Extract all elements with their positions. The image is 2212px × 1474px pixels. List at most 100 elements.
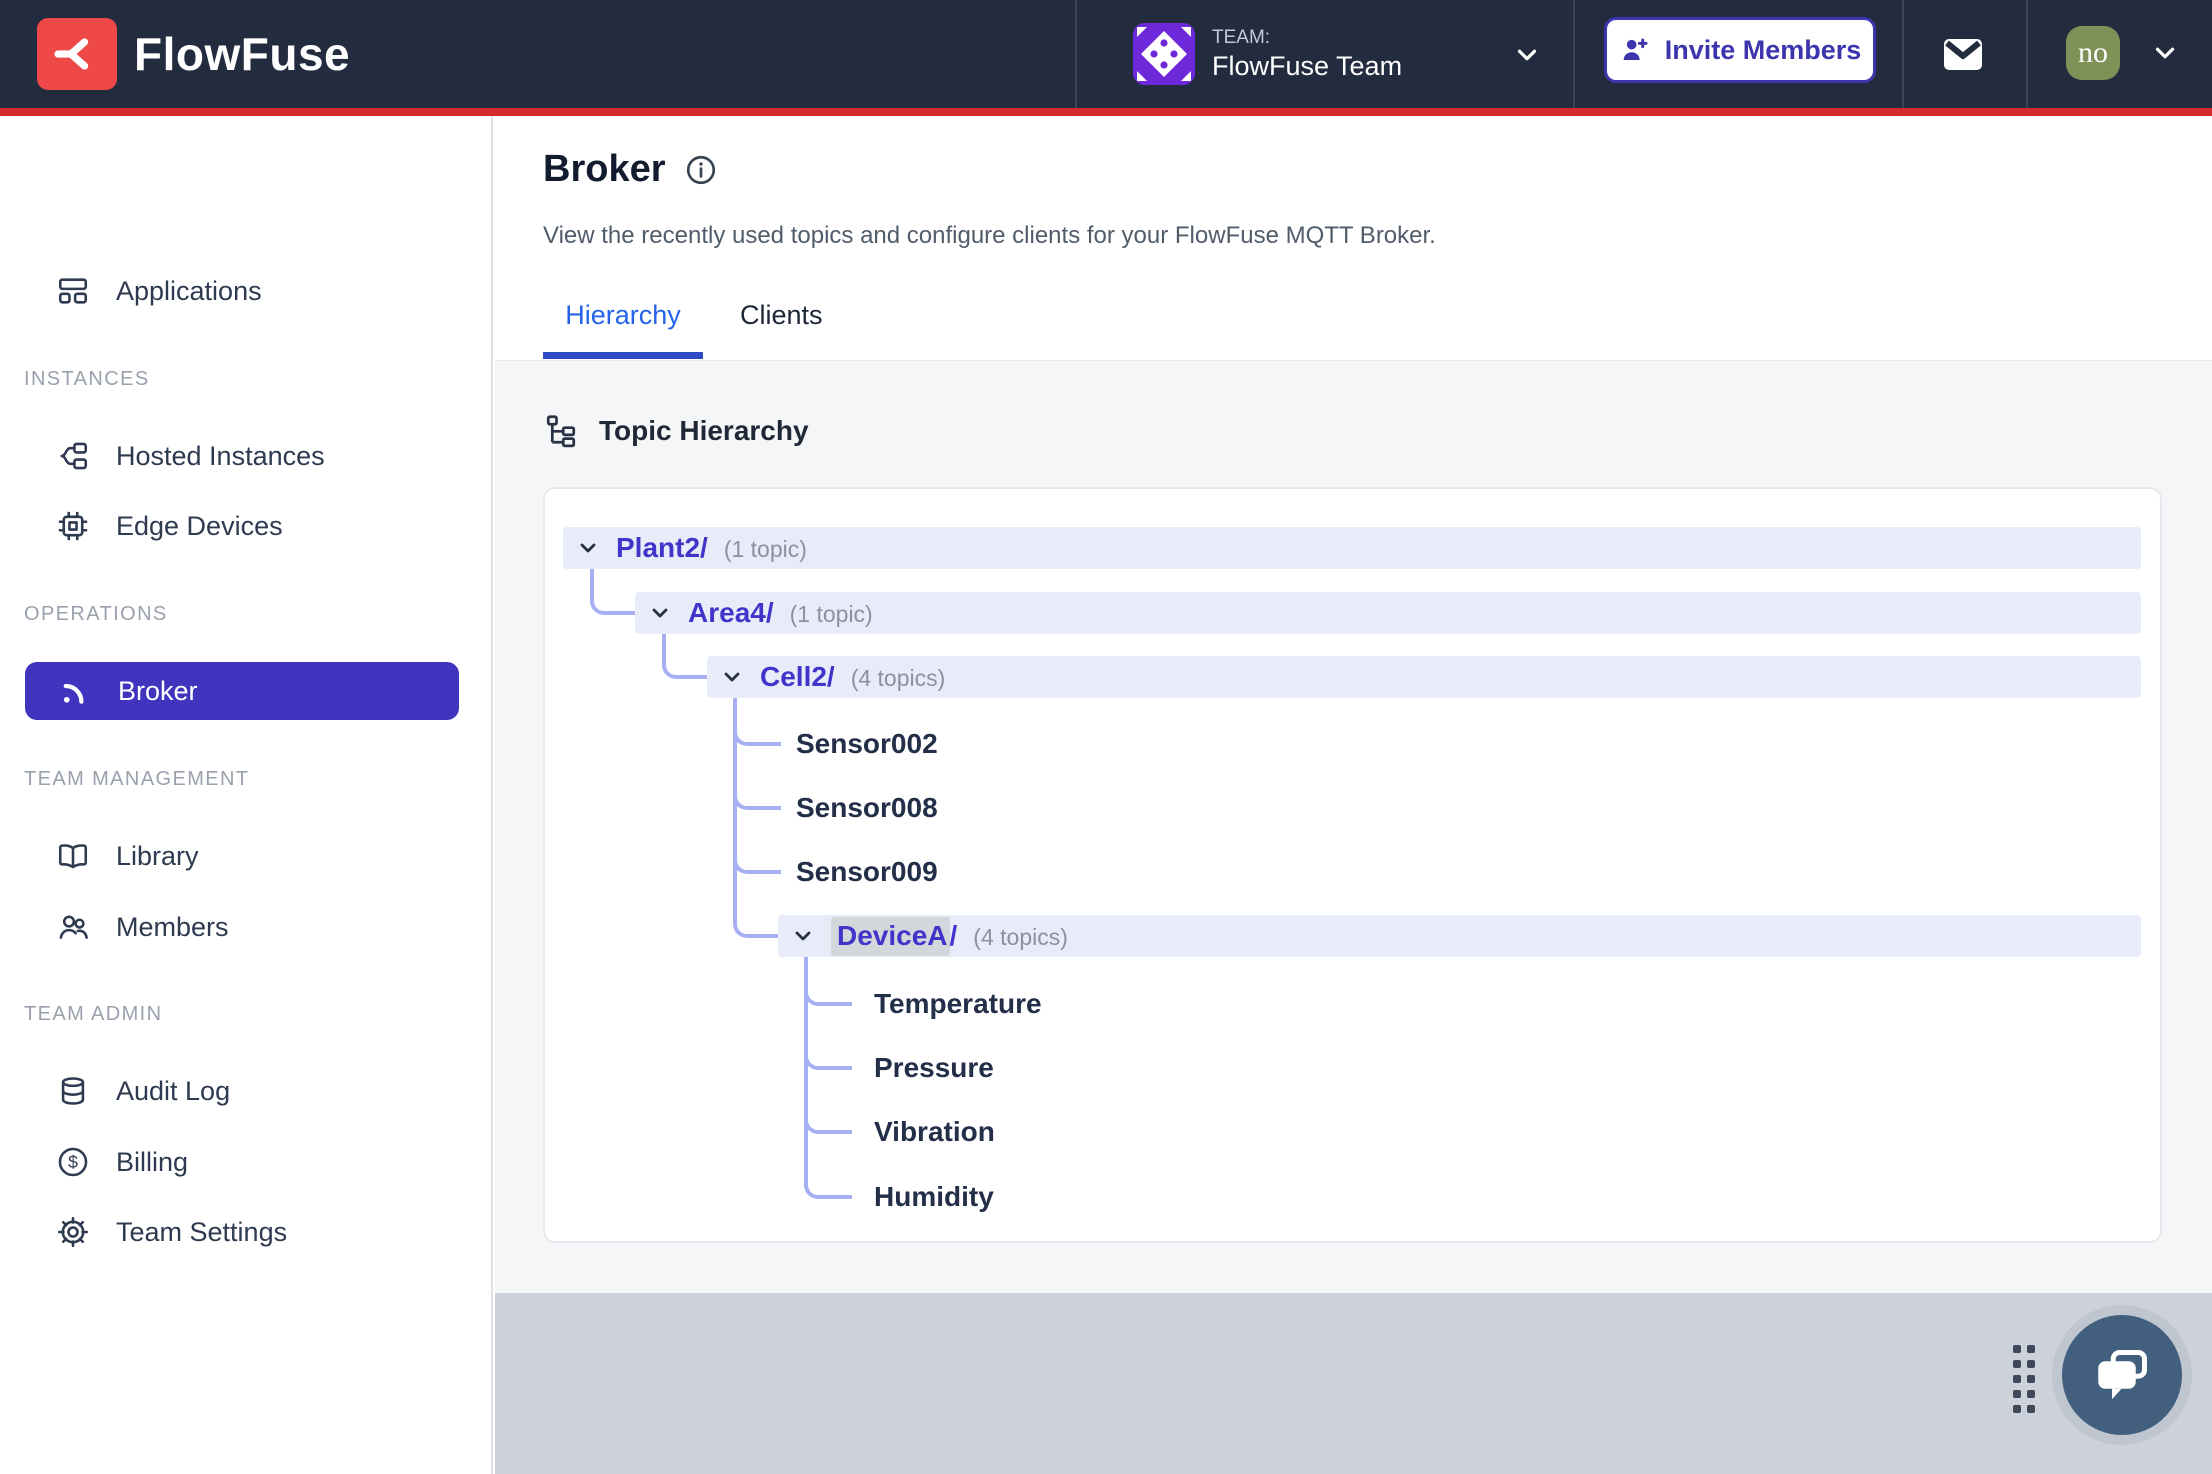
- library-icon: [58, 844, 88, 869]
- sidebar-item-label: Audit Log: [116, 1075, 231, 1106]
- person-plus-icon: [1623, 38, 1648, 60]
- tree-leaf-vibration: Vibration: [874, 1116, 995, 1147]
- sidebar-item-label: Team Settings: [116, 1216, 288, 1247]
- tree-connector: [804, 1171, 852, 1199]
- tree-leaf-humidity: Humidity: [874, 1181, 994, 1212]
- sidebar-item-audit-log[interactable]: Audit Log: [56, 1067, 230, 1115]
- user-avatar: no: [2066, 26, 2120, 80]
- tree-node-label-selected-text: DeviceA: [831, 917, 950, 956]
- team-avatar: [1133, 23, 1195, 85]
- chevron-down-icon[interactable]: [791, 924, 815, 948]
- sidebar-item-team-settings[interactable]: Team Settings: [56, 1208, 287, 1256]
- tree-connector: [733, 720, 781, 746]
- sidebar: Applications INSTANCES Hosted Instances …: [0, 116, 493, 1474]
- members-icon: [59, 915, 88, 939]
- tab-bar: Hierarchy Clients: [543, 300, 823, 359]
- invite-members-button[interactable]: Invite Members: [1604, 17, 1876, 83]
- tree-node-label: Cell2/: [760, 661, 835, 692]
- tree-connector: [804, 1108, 852, 1134]
- tree-leaf-temperature: Temperature: [874, 988, 1042, 1019]
- tab-hierarchy[interactable]: Hierarchy: [543, 300, 703, 359]
- tree-node-plant2[interactable]: Plant2/ (1 topic): [563, 527, 2141, 569]
- applications-icon: [58, 278, 88, 304]
- sidebar-section-instances: INSTANCES: [24, 368, 150, 390]
- tree-connector: [662, 634, 707, 679]
- tree-connector: [590, 569, 635, 615]
- tree-node-count: (1 topic): [789, 601, 873, 627]
- footer-band: [495, 1293, 2212, 1474]
- chat-bubbles-icon: [2098, 1350, 2147, 1400]
- divider: [1573, 0, 1575, 108]
- page-description: View the recently used topics and config…: [543, 222, 1436, 249]
- edge-devices-icon: [58, 511, 88, 541]
- drag-handle[interactable]: [2013, 1345, 2035, 1413]
- sidebar-section-team-admin: TEAM ADMIN: [24, 1003, 163, 1025]
- flowfuse-logo[interactable]: FlowFuse: [37, 18, 350, 90]
- user-avatar-text: no: [2078, 36, 2108, 69]
- tree-node-count: (4 topics): [973, 924, 1068, 950]
- tree-node-cell2[interactable]: Cell2/ (4 topics): [707, 656, 2141, 698]
- tree-connector: [804, 980, 852, 1006]
- sidebar-item-label: Applications: [116, 275, 262, 306]
- divider: [1075, 0, 1077, 108]
- audit-log-icon: [61, 1077, 85, 1105]
- mail-icon: [1944, 39, 1982, 70]
- chevron-down-icon[interactable]: [720, 665, 744, 689]
- sidebar-item-applications[interactable]: Applications: [56, 267, 262, 315]
- billing-icon: $: [58, 1147, 88, 1177]
- hosted-instances-icon: [60, 442, 88, 470]
- section-title: Topic Hierarchy: [599, 415, 809, 446]
- tree-leaf-pressure: Pressure: [874, 1052, 994, 1083]
- brand-name: FlowFuse: [134, 28, 351, 80]
- sidebar-item-label: Billing: [116, 1146, 189, 1177]
- tree-node-label: Plant2/: [616, 532, 708, 563]
- sidebar-item-edge-devices[interactable]: Edge Devices: [56, 502, 283, 550]
- invite-members-label: Invite Members: [1664, 34, 1862, 65]
- tree-node-label: Area4/: [688, 597, 774, 628]
- tree-connector: [733, 909, 778, 938]
- user-menu[interactable]: no: [2066, 26, 2180, 80]
- team-name: FlowFuse Team: [1212, 50, 1403, 81]
- tree-connector: [733, 784, 781, 810]
- info-icon[interactable]: [684, 153, 718, 187]
- chevron-down-icon[interactable]: [576, 536, 600, 560]
- flowfuse-logo-icon: [37, 18, 117, 90]
- sidebar-item-label: Broker: [118, 675, 198, 706]
- team-selector[interactable]: TEAM: FlowFuse Team: [1133, 23, 1402, 85]
- tree-node-count: (4 topics): [850, 665, 946, 691]
- svg-text:$: $: [68, 1152, 78, 1172]
- user-chevron-down-icon: [2155, 47, 2175, 59]
- tree-node-devicea[interactable]: DeviceA / (4 topics): [778, 915, 2141, 957]
- tree-node-label-suffix: /: [949, 920, 958, 951]
- notifications-mail-button[interactable]: [1938, 29, 1988, 79]
- team-chevron-down-icon[interactable]: [1512, 40, 1542, 75]
- topic-hierarchy-icon: [546, 415, 576, 448]
- sidebar-item-billing[interactable]: $ Billing: [56, 1138, 188, 1186]
- sidebar-item-label: Edge Devices: [116, 510, 283, 541]
- settings-icon: [57, 1216, 89, 1248]
- tree-leaf-sensor002: Sensor002: [796, 728, 938, 759]
- tree-node-area4[interactable]: Area4/ (1 topic): [635, 592, 2141, 634]
- tree-leaf-sensor008: Sensor008: [796, 792, 938, 823]
- sidebar-item-broker-active[interactable]: Broker: [25, 662, 459, 720]
- sidebar-item-label: Members: [116, 911, 229, 942]
- team-label: TEAM:: [1212, 26, 1271, 48]
- tab-clients[interactable]: Clients: [740, 300, 823, 359]
- chevron-down-icon[interactable]: [648, 601, 672, 625]
- sidebar-item-members[interactable]: Members: [56, 903, 229, 951]
- tree-connector: [804, 1044, 852, 1070]
- sidebar-item-label: Library: [116, 840, 199, 871]
- sidebar-item-hosted-instances[interactable]: Hosted Instances: [56, 432, 325, 480]
- accent-divider: [0, 108, 2212, 116]
- tree-node-count: (1 topic): [723, 536, 807, 562]
- tree-connector: [733, 848, 781, 874]
- top-navbar: FlowFuse TEAM: FlowFuse Team Invite Memb…: [0, 0, 2212, 108]
- page-title: Broker: [543, 148, 666, 190]
- sidebar-item-library[interactable]: Library: [56, 832, 199, 880]
- sidebar-section-team-management: TEAM MANAGEMENT: [24, 768, 250, 790]
- divider: [1902, 0, 1904, 108]
- broker-rss-icon: [63, 683, 84, 704]
- topic-hierarchy-card: Plant2/ (1 topic) Area4/ (1 topic) Cell2…: [543, 487, 2162, 1243]
- chat-widget-button[interactable]: [2062, 1315, 2182, 1435]
- divider: [2026, 0, 2028, 108]
